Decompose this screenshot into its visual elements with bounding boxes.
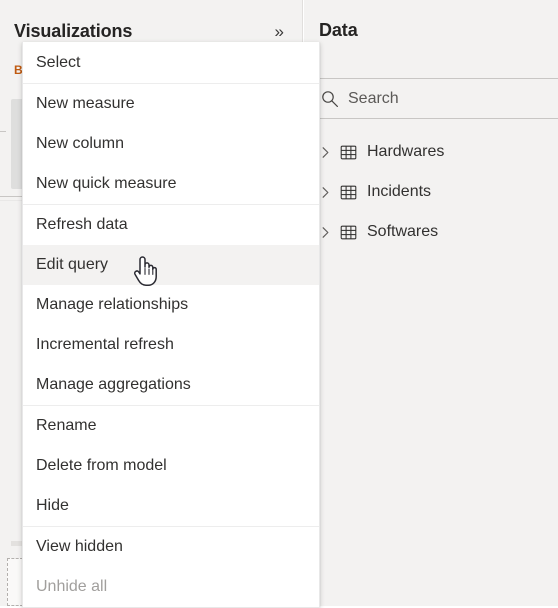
menu-item-refresh-data[interactable]: Refresh data (23, 205, 319, 245)
table-icon (339, 223, 358, 242)
data-pane: Data Search Hardwares Incidents Software… (304, 0, 558, 606)
context-menu: Select New measure New column New quick … (22, 42, 320, 608)
visualizations-pane-title: Visualizations (14, 20, 133, 41)
menu-item-label: Hide (36, 497, 69, 514)
menu-item-label: New quick measure (36, 175, 177, 192)
table-icon (339, 143, 358, 162)
menu-item-new-quick-measure[interactable]: New quick measure (23, 164, 319, 204)
data-table-label: Incidents (367, 183, 432, 200)
data-table-label: Hardwares (367, 143, 445, 160)
menu-item-label: Unhide all (36, 578, 108, 595)
menu-item-delete-from-model[interactable]: Delete from model (23, 446, 319, 486)
double-chevron-right-icon[interactable]: » (275, 23, 294, 40)
menu-item-new-column[interactable]: New column (23, 124, 319, 164)
field-drop-zone[interactable] (7, 558, 23, 606)
menu-item-label: Manage relationships (36, 296, 189, 313)
pane-tick-mark (0, 131, 6, 132)
menu-item-hide[interactable]: Hide (23, 486, 319, 526)
app-window: Visualizations » B Data Search Hardwares… (0, 0, 558, 608)
data-pane-title: Data (319, 20, 358, 40)
data-table-list: Hardwares Incidents Softwares (304, 132, 558, 252)
search-input[interactable] (348, 89, 538, 108)
data-table-label: Softwares (367, 223, 439, 240)
menu-item-label: Rename (36, 417, 97, 434)
menu-item-unhide-all: Unhide all (23, 567, 319, 607)
pane-divider-line (0, 196, 24, 197)
menu-item-label: View hidden (36, 538, 123, 555)
menu-item-manage-relationships[interactable]: Manage relationships (23, 285, 319, 325)
data-table-row-hardwares[interactable]: Hardwares (304, 132, 558, 172)
menu-item-label: New column (36, 135, 125, 152)
menu-item-label: Select (36, 54, 81, 71)
menu-item-manage-aggregations[interactable]: Manage aggregations (23, 365, 319, 405)
menu-item-rename[interactable]: Rename (23, 406, 319, 446)
menu-item-new-measure[interactable]: New measure (23, 84, 319, 124)
data-search-bar[interactable] (304, 78, 558, 119)
menu-item-label: Edit query (36, 256, 109, 273)
menu-item-edit-query[interactable]: Edit query (23, 245, 319, 285)
search-icon (320, 89, 340, 109)
data-table-row-softwares[interactable]: Softwares (304, 212, 558, 252)
menu-item-select[interactable]: Select (23, 43, 319, 83)
menu-item-label: New measure (36, 95, 135, 112)
visualizations-header: Visualizations » (14, 18, 294, 44)
table-icon (339, 183, 358, 202)
menu-item-incremental-refresh[interactable]: Incremental refresh (23, 325, 319, 365)
menu-item-label: Manage aggregations (36, 376, 191, 393)
menu-item-label: Refresh data (36, 216, 128, 233)
pane-divider-line-secondary (0, 200, 24, 201)
menu-item-label: Delete from model (36, 457, 167, 474)
data-table-row-incidents[interactable]: Incidents (304, 172, 558, 212)
menu-item-view-hidden[interactable]: View hidden (23, 527, 319, 567)
menu-item-label: Incremental refresh (36, 336, 174, 353)
